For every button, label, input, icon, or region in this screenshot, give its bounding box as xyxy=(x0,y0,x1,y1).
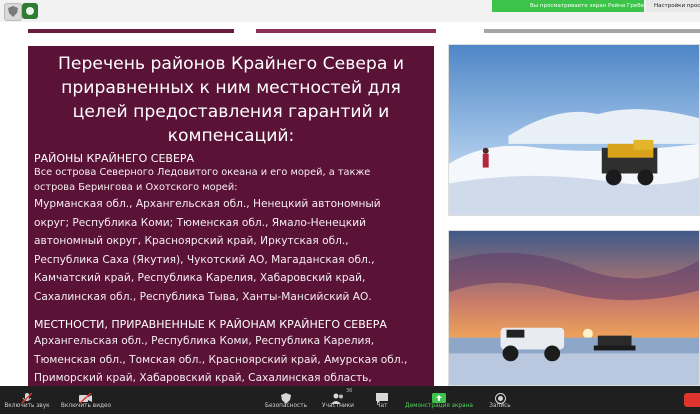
text-line: Камчатский край, Республика Карелия, Хаб… xyxy=(34,272,366,284)
region-list: Мурманская обл., Архангельская обл., Нен… xyxy=(34,195,428,306)
text-line: округ; Республика Коми; Тюменская обл., … xyxy=(34,216,366,229)
view-options-button[interactable]: Настройки просм xyxy=(646,0,700,12)
security-button[interactable]: Безопасность xyxy=(262,386,310,414)
participants-label: Участники xyxy=(322,403,354,409)
text-line: острова Берингова и Охотского морей: xyxy=(34,181,238,193)
record-icon xyxy=(484,389,516,404)
arctic-sunset-vehicles-photo xyxy=(448,230,700,386)
start-video-button[interactable]: Включить видео xyxy=(58,386,114,414)
chat-button[interactable]: Чат xyxy=(370,386,394,414)
camera-off-icon xyxy=(58,389,114,404)
shield-icon[interactable] xyxy=(4,3,22,21)
viewer-top-bar: Вы просматриваете экран Рейна Гребенка Н… xyxy=(0,0,700,22)
share-screen-label: Демонстрация экрана xyxy=(405,403,473,409)
text-line: Сахалинская обл., Республика Тыва, Ханты… xyxy=(34,290,372,303)
microphone-muted-icon xyxy=(2,389,52,404)
slide-decor-stripe xyxy=(484,29,700,33)
text-line: Мурманская обл., Архангельская обл., Нен… xyxy=(34,198,381,210)
chat-label: Чат xyxy=(376,403,388,409)
slide-title: Перечень районов Крайнего Севера и прира… xyxy=(38,52,424,148)
text-line: Архангельская обл., Республика Коми, Рес… xyxy=(34,335,375,347)
meeting-toolbar: Включить звук Включить видео Безопасност… xyxy=(0,386,700,414)
section-intro: Все острова Северного Ледовитого океана … xyxy=(34,166,428,195)
shared-slide: Перечень районов Крайнего Севера и прира… xyxy=(0,22,700,386)
section-heading: МЕСТНОСТИ, ПРИРАВНЕННЫЕ К РАЙОНАМ КРАЙНЕ… xyxy=(34,318,387,331)
record-label: Запись xyxy=(489,403,511,409)
share-screen-button[interactable]: Демонстрация экрана xyxy=(404,386,474,414)
share-screen-icon xyxy=(404,389,474,403)
slide-text-panel: Перечень районов Крайнего Севера и прира… xyxy=(28,46,434,386)
unmute-button[interactable]: Включить звук xyxy=(2,386,52,414)
end-meeting-button[interactable] xyxy=(684,393,700,407)
text-line: Все острова Северного Ледовитого океана … xyxy=(34,167,371,178)
title-line: компенсаций: xyxy=(167,126,295,146)
slide-decor-stripe xyxy=(28,29,234,33)
equivalent-areas-list: Архангельская обл., Республика Коми, Рес… xyxy=(34,332,428,386)
arctic-truck-photo xyxy=(448,44,700,216)
section-heading: РАЙОНЫ КРАЙНЕГО СЕВЕРА xyxy=(34,152,195,165)
unmute-label: Включить звук xyxy=(4,403,50,409)
participants-button[interactable]: 36 Участники xyxy=(318,386,358,414)
share-status-banner: Вы просматриваете экран Рейна Гребенка xyxy=(492,0,644,12)
encryption-icon[interactable] xyxy=(22,3,38,19)
text-line: автономный округ, Красноярский край, Ирк… xyxy=(34,235,349,247)
title-line: приравненных к ним местностей для xyxy=(61,78,401,98)
chat-bubble-icon xyxy=(370,389,394,404)
slide-decor-stripe xyxy=(256,29,436,33)
title-line: целей предоставления гарантий и xyxy=(72,102,390,122)
text-line: Приморский край, Хабаровский край, Сахал… xyxy=(34,372,372,384)
start-video-label: Включить видео xyxy=(60,403,112,409)
text-line: Республика Саха (Якутия), Чукотский АО, … xyxy=(34,253,375,266)
record-button[interactable]: Запись xyxy=(484,386,516,414)
shield-icon xyxy=(262,389,310,404)
participants-count: 36 xyxy=(346,388,353,394)
text-line: Тюменская обл., Томская обл., Красноярск… xyxy=(34,353,408,366)
security-label: Безопасность xyxy=(264,403,308,409)
title-line: Перечень районов Крайнего Севера и xyxy=(57,54,404,74)
